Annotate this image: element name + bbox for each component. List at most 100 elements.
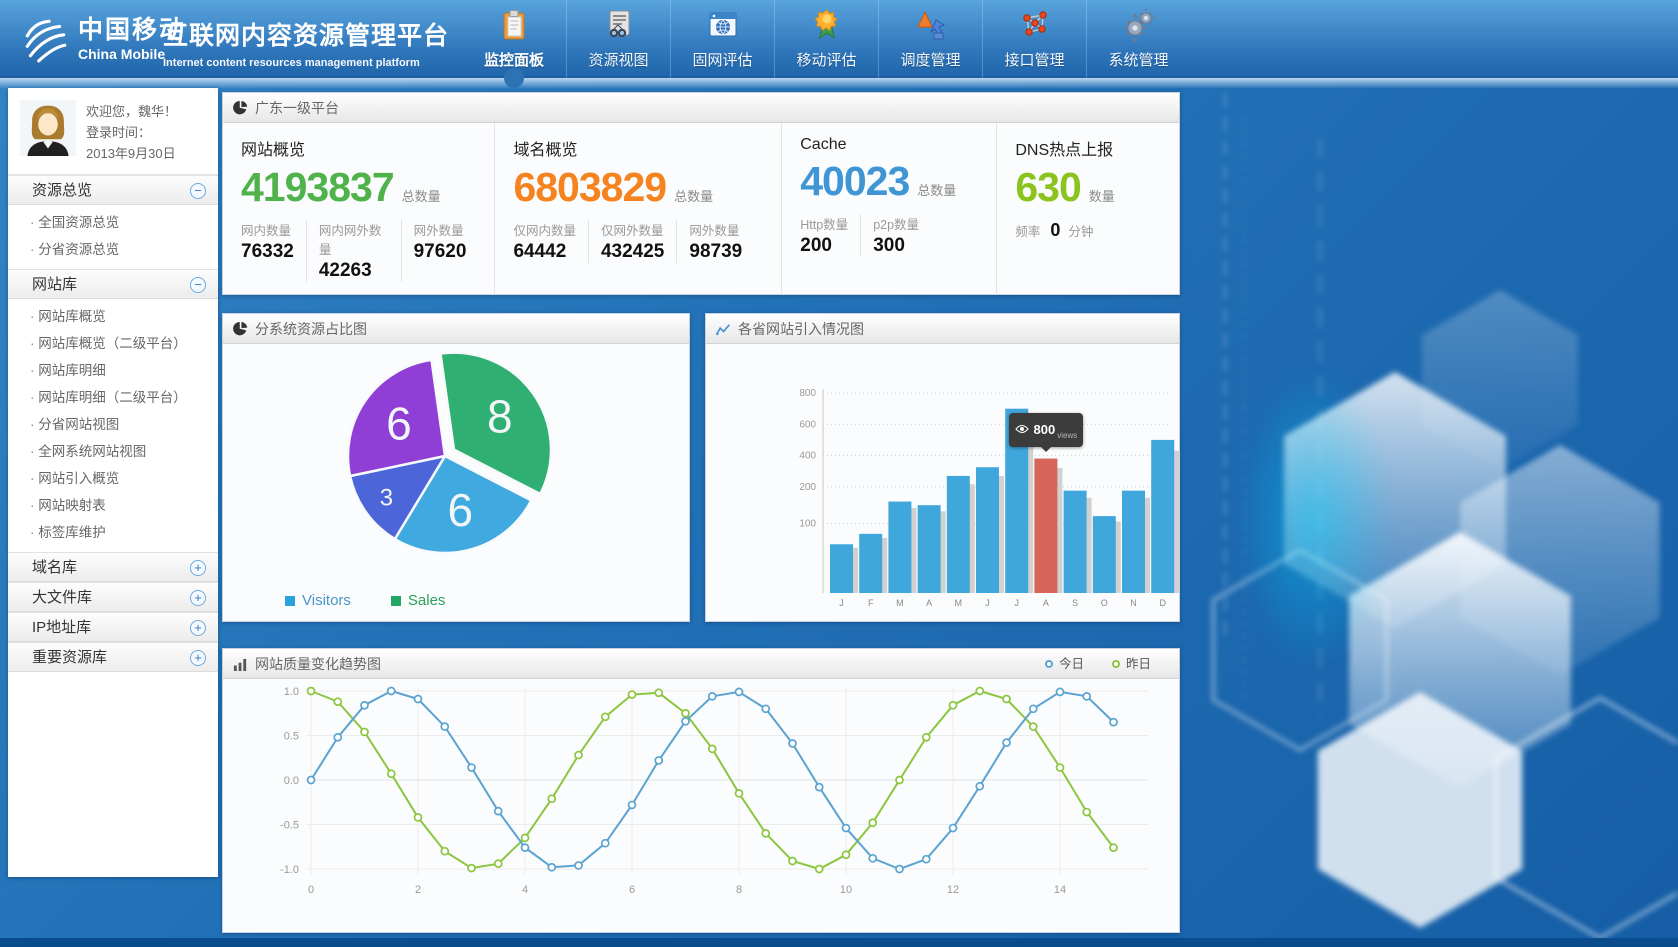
legend-swatch — [285, 596, 295, 606]
sidebar-sections: 资源总览−全国资源总览分省资源总览网站库−网站库概览网站库概览（二级平台）网站库… — [8, 175, 218, 672]
nav-item-系统管理[interactable]: 系统管理 — [1086, 0, 1190, 78]
trend-panel: 网站质量变化趋势图 今日 昨日 024681012141.00.50.0-0.5-… — [222, 648, 1180, 933]
trend-panel-title: 网站质量变化趋势图 — [255, 656, 381, 672]
x-tick-label: J — [985, 598, 990, 608]
stat-card-unit: 总数量 — [402, 189, 441, 204]
data-point — [950, 825, 957, 832]
bar-M-2[interactable] — [888, 502, 911, 593]
stat-card-域名概览: 域名概览6803829总数量仅网内数量64442仅网外数量432425网外数量9… — [495, 123, 782, 295]
data-point — [575, 752, 582, 759]
bar-D-11[interactable] — [1151, 440, 1174, 593]
sidebar-item-网站库概览（二级平台）[interactable]: 网站库概览（二级平台） — [8, 330, 218, 357]
data-point — [843, 825, 850, 832]
expand-icon[interactable]: + — [190, 560, 206, 576]
sub-stat-value: 98739 — [689, 241, 742, 263]
sidebar-section-IP地址库[interactable]: IP地址库+ — [8, 612, 218, 642]
sub-stat-label: 仅网外数量 — [601, 220, 664, 239]
bar-J-5[interactable] — [976, 467, 999, 593]
data-point — [869, 819, 876, 826]
bar-O-9[interactable] — [1093, 516, 1116, 593]
expand-icon[interactable]: + — [190, 620, 206, 636]
data-point — [629, 691, 636, 698]
sidebar-item-标签库维护[interactable]: 标签库维护 — [8, 519, 218, 546]
bar-A-3[interactable] — [918, 505, 941, 593]
expand-icon[interactable]: + — [190, 650, 206, 666]
data-point — [762, 830, 769, 837]
stat-card-value-row: 40023总数量 — [800, 158, 980, 205]
nav-item-资源视图[interactable]: 资源视图 — [566, 0, 670, 78]
y-tick-label: 400 — [799, 450, 816, 461]
sidebar-section-网站库[interactable]: 网站库− — [8, 269, 218, 299]
nav-item-监控面板[interactable]: 监控面板 — [462, 0, 566, 78]
bar-chart[interactable]: 100200400600800JFMAMJJASOND800views — [706, 344, 1179, 622]
overview-panel: 广东一级平台 网站概览4193837总数量网内数量76332网内网外数量4226… — [222, 92, 1180, 295]
sub-stat-仅网内数量: 仅网内数量64442 — [513, 220, 589, 263]
sub-stat-value: 300 — [873, 235, 919, 257]
eye-icon — [1015, 421, 1029, 439]
nav-item-label: 调度管理 — [879, 49, 982, 70]
overview-title: 广东一级平台 — [255, 100, 339, 116]
bar-A-7[interactable] — [1034, 459, 1057, 593]
nav-item-移动评估[interactable]: 移动评估 — [774, 0, 878, 78]
bar-F-1[interactable] — [859, 534, 882, 593]
sidebar-item-全国资源总览[interactable]: 全国资源总览 — [8, 209, 218, 236]
data-point — [1057, 764, 1064, 771]
data-point — [923, 734, 930, 741]
nav-item-接口管理[interactable]: 接口管理 — [982, 0, 1086, 78]
legend-label: 昨日 — [1126, 649, 1151, 679]
data-point — [709, 693, 716, 700]
tooltip-unit: views — [1057, 431, 1077, 440]
pie-chart[interactable]: 8636 — [223, 344, 691, 582]
nav-item-调度管理[interactable]: 调度管理 — [878, 0, 982, 78]
data-point — [1003, 696, 1010, 703]
data-point — [495, 860, 502, 867]
sidebar-item-网站引入概览[interactable]: 网站引入概览 — [8, 465, 218, 492]
award-ribbon-icon — [810, 8, 844, 42]
bar-N-10[interactable] — [1122, 491, 1145, 593]
sidebar-item-网站库概览[interactable]: 网站库概览 — [8, 303, 218, 330]
sidebar-item-网站映射表[interactable]: 网站映射表 — [8, 492, 218, 519]
sub-stat-Http数量: Http数量200 — [800, 214, 861, 257]
x-tick-label: 4 — [522, 884, 528, 896]
nav-item-固网评估[interactable]: 固网评估 — [670, 0, 774, 78]
bar-M-4[interactable] — [947, 476, 970, 593]
sidebar-item-网站库明细（二级平台）[interactable]: 网站库明细（二级平台） — [8, 384, 218, 411]
section-label: 域名库 — [32, 559, 77, 576]
data-point — [602, 840, 609, 847]
overview-cards: 网站概览4193837总数量网内数量76332网内网外数量42263网外数量97… — [223, 123, 1179, 295]
stat-card-title: Cache — [800, 136, 980, 154]
pie-slice-label: 6 — [386, 397, 412, 449]
overview-panel-header: 广东一级平台 — [223, 93, 1179, 123]
sub-stat-网内数量: 网内数量76332 — [241, 220, 307, 282]
sidebar-section-资源总览[interactable]: 资源总览− — [8, 175, 218, 205]
legend-item-今日[interactable]: 今日 — [1045, 649, 1084, 679]
sidebar-section-大文件库[interactable]: 大文件库+ — [8, 582, 218, 612]
data-point — [896, 777, 903, 784]
sidebar-item-网站库明细[interactable]: 网站库明细 — [8, 357, 218, 384]
sub-stat-value: 432425 — [601, 241, 664, 263]
stat-card-unit: 数量 — [1089, 189, 1115, 204]
collapse-icon[interactable]: − — [190, 183, 206, 199]
data-point — [361, 728, 368, 735]
legend-item-Sales: Sales — [391, 592, 446, 609]
sidebar-item-全网系统网站视图[interactable]: 全网系统网站视图 — [8, 438, 218, 465]
sidebar-item-分省网站视图[interactable]: 分省网站视图 — [8, 411, 218, 438]
expand-icon[interactable]: + — [190, 590, 206, 606]
bar-J-0[interactable] — [830, 544, 853, 593]
sidebar-item-分省资源总览[interactable]: 分省资源总览 — [8, 236, 218, 263]
x-tick-label: 14 — [1054, 884, 1066, 896]
stat-card-substats: 仅网内数量64442仅网外数量432425网外数量98739 — [513, 220, 765, 263]
sidebar-section-域名库[interactable]: 域名库 + — [8, 552, 218, 582]
sidebar-section-重要资源库[interactable]: 重要资源库+ — [8, 642, 218, 672]
sub-stat-label: 网内网外数量 — [319, 220, 389, 258]
line-chart[interactable]: 024681012141.00.50.0-0.5-1.0 — [223, 679, 1179, 932]
pie-icon — [233, 95, 248, 108]
legend-ring — [1045, 660, 1053, 668]
bar-S-8[interactable] — [1064, 491, 1087, 593]
bar-panel-title: 各省网站引入情况图 — [738, 321, 864, 337]
china-mobile-logo-icon — [20, 14, 70, 64]
collapse-icon[interactable]: − — [190, 277, 206, 293]
x-tick-label: 8 — [736, 884, 742, 896]
legend-item-昨日[interactable]: 昨日 — [1112, 649, 1151, 679]
data-point — [1003, 739, 1010, 746]
